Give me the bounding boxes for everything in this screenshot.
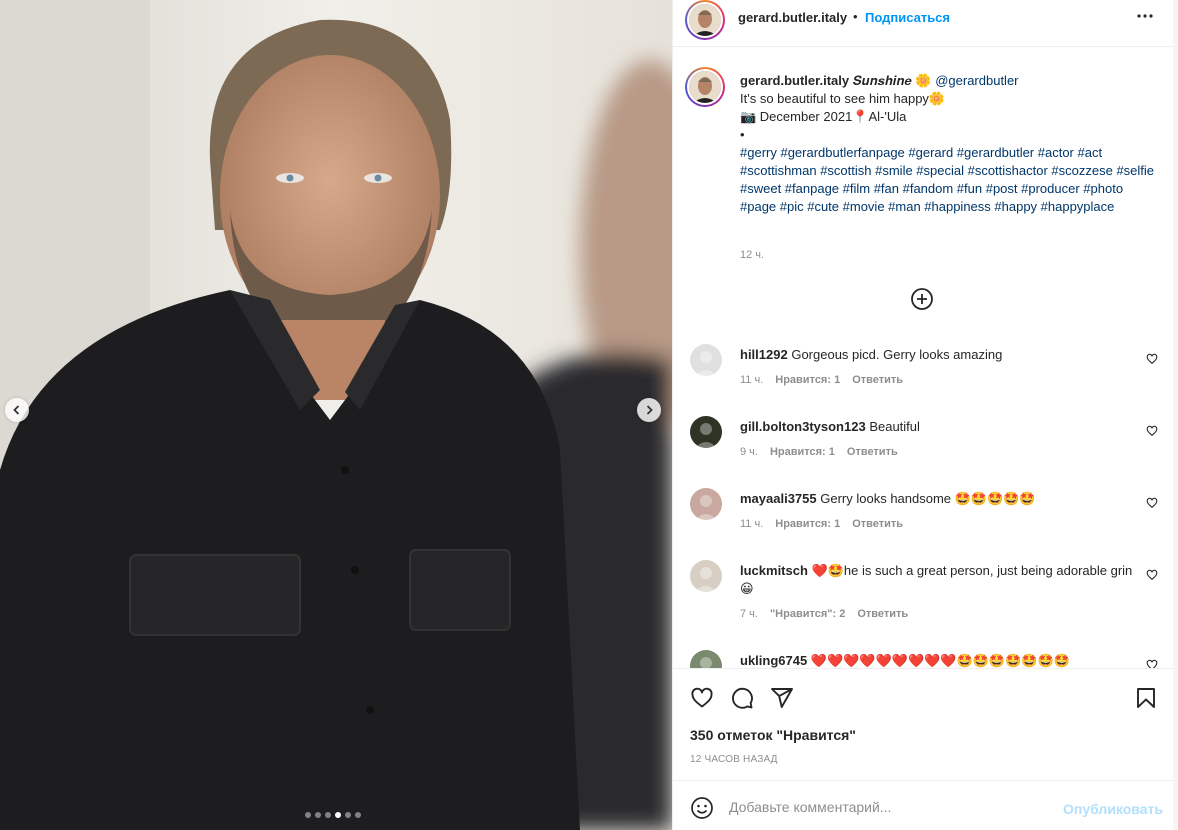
comment-meta: 11 ч. Нравится: 1 Ответить: [740, 518, 903, 530]
avatar-image: [689, 4, 721, 36]
avatar-image: [690, 344, 722, 376]
comment-timestamp: 9 ч.: [740, 446, 758, 458]
caption-styled-name: 𝑺𝒖𝒏𝒔𝒉𝒊𝒏𝒆 🌼: [852, 73, 932, 88]
post-photo: [0, 0, 672, 830]
caption-username[interactable]: gerard.butler.italy: [740, 73, 849, 88]
likes-count[interactable]: 350 отметок "Нравится": [690, 727, 856, 743]
comments-area[interactable]: gerard.butler.italy 𝑺𝒖𝒏𝒔𝒉𝒊𝒏𝒆 🌼 @gerardbu…: [673, 48, 1174, 668]
author-avatar[interactable]: [685, 0, 725, 40]
post-sidebar: gerard.butler.italy • Подписаться gerard…: [672, 0, 1174, 830]
emoji-icon[interactable]: [690, 796, 714, 820]
comment-body: Beautiful: [869, 419, 920, 434]
commenter-avatar[interactable]: [690, 416, 722, 448]
commenter-username[interactable]: gill.bolton3tyson123: [740, 419, 866, 434]
comment-text: gill.bolton3tyson123 Beautiful: [740, 418, 1140, 436]
caption-line-3: •: [740, 127, 745, 142]
comment-timestamp: 7 ч.: [740, 608, 758, 620]
avatar-image: [690, 560, 722, 592]
reply-button[interactable]: Ответить: [857, 608, 908, 620]
comment-like-icon[interactable]: [1146, 353, 1158, 365]
carousel-dot: [305, 812, 311, 818]
comment-likes[interactable]: Нравится: 1: [775, 518, 840, 530]
commenter-avatar[interactable]: [690, 488, 722, 520]
comment-likes[interactable]: "Нравится": 2: [770, 608, 845, 620]
send-icon[interactable]: [770, 686, 794, 710]
publish-button[interactable]: Опубликовать: [1063, 801, 1163, 817]
comment-like-icon[interactable]: [1146, 569, 1158, 581]
comment-icon[interactable]: [730, 686, 754, 710]
reply-button[interactable]: Ответить: [852, 374, 903, 386]
carousel-dot: [355, 812, 361, 818]
comment-likes[interactable]: Нравится: 1: [770, 446, 835, 458]
avatar-image: [690, 650, 722, 668]
carousel-dot: [325, 812, 331, 818]
commenter-avatar[interactable]: [690, 650, 722, 668]
commenter-username[interactable]: ukling6745: [740, 653, 807, 668]
post-actions: 350 отметок "Нравится" 12 часов назад: [673, 668, 1174, 780]
carousel-dot: [315, 812, 321, 818]
post-timestamp: 12 часов назад: [690, 754, 778, 765]
separator-dot: •: [853, 9, 858, 24]
avatar-image: [690, 488, 722, 520]
post-caption: gerard.butler.italy 𝑺𝒖𝒏𝒔𝒉𝒊𝒏𝒆 🌼 @gerardbu…: [740, 72, 1160, 216]
comment-body: Gerry looks handsome 🤩🤩🤩🤩🤩: [820, 491, 1036, 506]
author-username[interactable]: gerard.butler.italy: [738, 10, 847, 25]
add-comment-bar: Опубликовать: [673, 780, 1174, 830]
avatar-image: [689, 71, 721, 103]
comment-like-icon[interactable]: [1146, 425, 1158, 437]
comment-likes[interactable]: Нравится: 1: [775, 374, 840, 386]
comment-meta: 9 ч. Нравится: 1 Ответить: [740, 446, 898, 458]
post-header: gerard.butler.italy • Подписаться: [673, 0, 1174, 47]
caption-mention[interactable]: @gerardbutler: [935, 73, 1018, 88]
more-options-icon[interactable]: [1135, 8, 1155, 24]
comment-body: Gorgeous picd. Gerry looks amazing: [791, 347, 1003, 362]
comment-meta: 11 ч. Нравится: 1 Ответить: [740, 374, 903, 386]
comment-body: ❤️❤️❤️❤️❤️❤️❤️❤️❤️🤩🤩🤩🤩🤩🤩🤩: [810, 653, 1070, 668]
comment-like-icon[interactable]: [1146, 497, 1158, 509]
previous-photo-button[interactable]: [5, 398, 29, 422]
caption-author-avatar[interactable]: [685, 67, 725, 107]
chevron-left-icon: [13, 405, 20, 415]
reply-button[interactable]: Ответить: [852, 518, 903, 530]
caption-hashtags[interactable]: #gerry #gerardbutlerfanpage #gerard #ger…: [740, 145, 1154, 214]
carousel-dot: [345, 812, 351, 818]
comment-timestamp: 11 ч.: [740, 518, 764, 530]
load-more-comments-icon[interactable]: [910, 287, 934, 311]
follow-button[interactable]: Подписаться: [865, 10, 950, 25]
caption-line-2: 📷 December 2021📍Al-'Ula: [740, 109, 907, 124]
avatar-image: [690, 416, 722, 448]
commenter-avatar[interactable]: [690, 560, 722, 592]
carousel-indicator: [305, 812, 361, 818]
comment-timestamp: 11 ч.: [740, 374, 764, 386]
comment-meta: 7 ч. "Нравится": 2 Ответить: [740, 608, 908, 620]
chevron-right-icon: [646, 405, 653, 415]
instagram-post-window: gerard.butler.italy • Подписаться gerard…: [0, 0, 1178, 830]
commenter-username[interactable]: mayaali3755: [740, 491, 817, 506]
commenter-avatar[interactable]: [690, 344, 722, 376]
comment-text: mayaali3755 Gerry looks handsome 🤩🤩🤩🤩🤩: [740, 490, 1140, 508]
bookmark-icon[interactable]: [1134, 686, 1158, 710]
reply-button[interactable]: Ответить: [847, 446, 898, 458]
caption-line-1: It's so beautiful to see him happy🌼: [740, 91, 946, 106]
scrollbar[interactable]: [1173, 0, 1178, 830]
comment-text: hill1292 Gorgeous picd. Gerry looks amaz…: [740, 346, 1140, 364]
commenter-username[interactable]: hill1292: [740, 347, 788, 362]
carousel-dot: [335, 812, 341, 818]
comment-input[interactable]: [729, 796, 1049, 818]
commenter-username[interactable]: luckmitsch: [740, 563, 808, 578]
next-photo-button[interactable]: [637, 398, 661, 422]
post-media[interactable]: [0, 0, 672, 830]
comment-text: luckmitsch ❤️🤩he is such a great person,…: [740, 562, 1140, 598]
comment-like-icon[interactable]: [1146, 659, 1158, 668]
heart-icon[interactable]: [690, 686, 714, 710]
comment-text: ukling6745 ❤️❤️❤️❤️❤️❤️❤️❤️❤️🤩🤩🤩🤩🤩🤩🤩: [740, 652, 1140, 668]
caption-timestamp: 12 ч.: [740, 249, 765, 261]
